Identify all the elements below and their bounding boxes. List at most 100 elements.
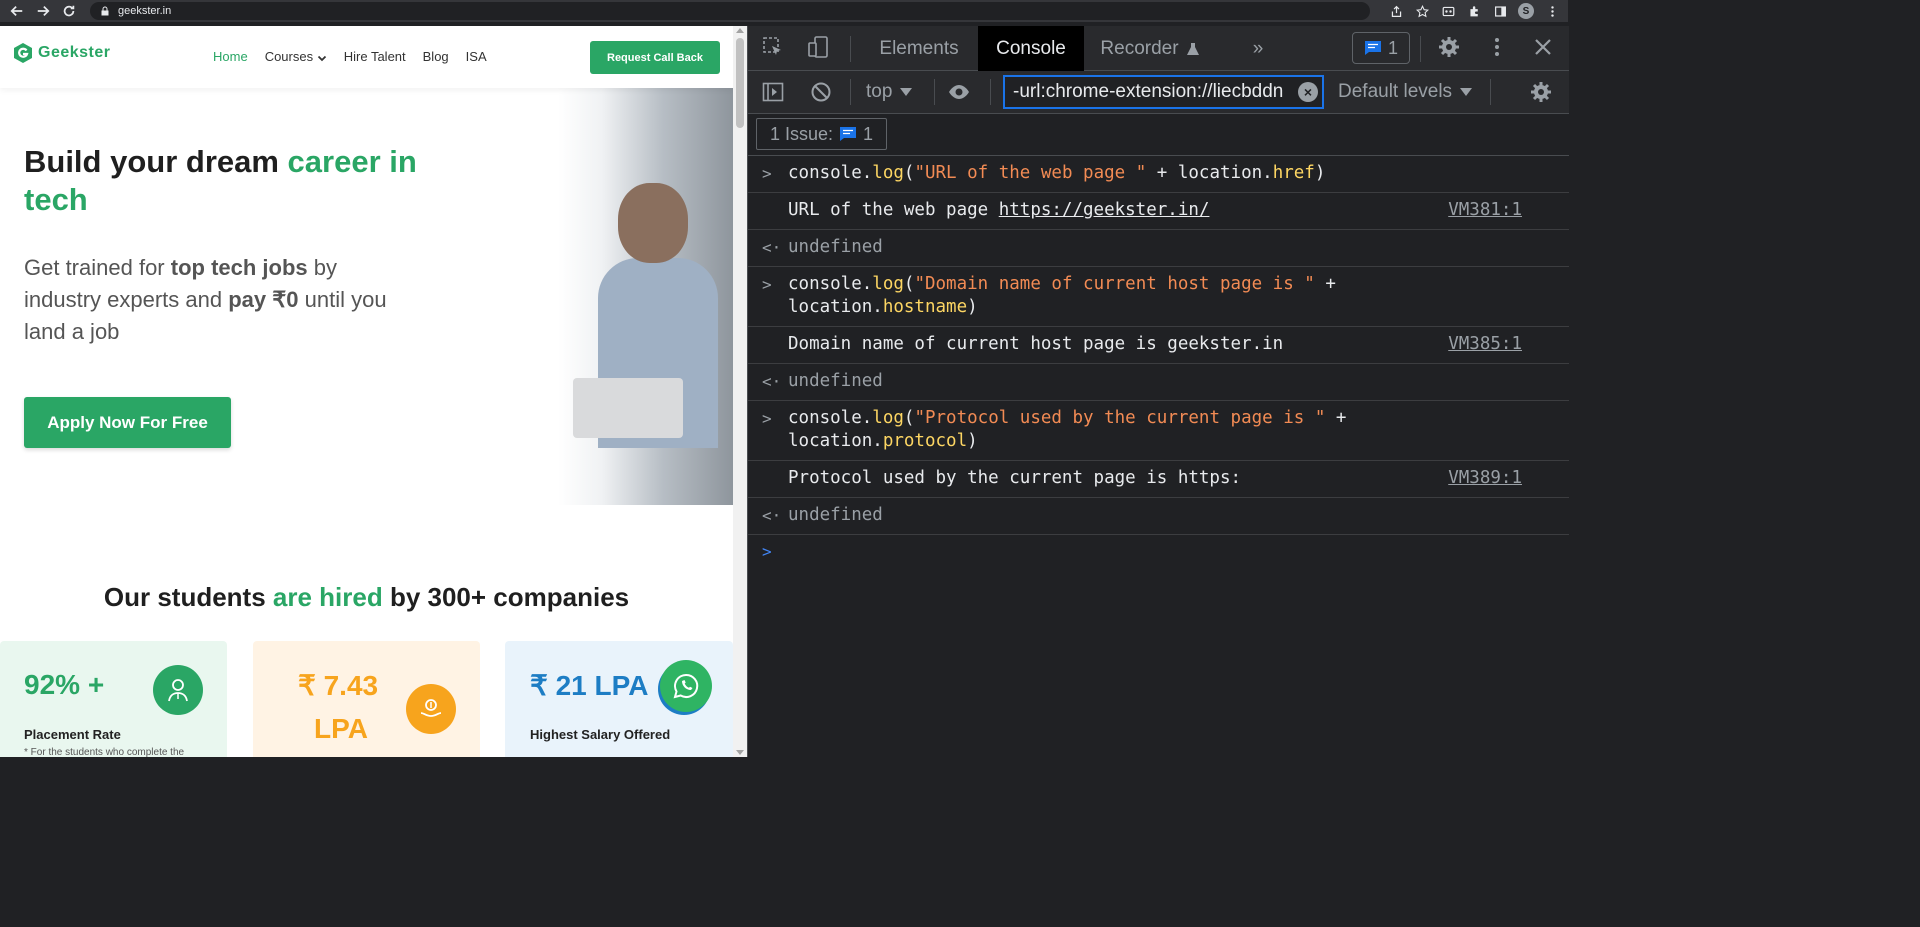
clear-console-icon[interactable]	[810, 81, 832, 103]
url-text: geekster.in	[118, 5, 172, 17]
devtools-panel: Elements Console Recorder » 1 top -url:c…	[747, 26, 1569, 757]
log-text: Domain name of current host page is geek…	[788, 334, 1284, 354]
browser-toolbar: geekster.in S	[0, 0, 1568, 22]
close-devtools-icon[interactable]	[1532, 36, 1554, 58]
source-link[interactable]: VM381:1	[1448, 199, 1522, 222]
stat-value: 92% +	[24, 669, 105, 700]
log-text: URL of the web page	[788, 200, 999, 220]
stat-value: ₹ 21 LPA	[530, 670, 649, 701]
message-icon	[1364, 41, 1381, 55]
source-link[interactable]: VM389:1	[1448, 467, 1522, 490]
extension-icon[interactable]	[1440, 3, 1456, 19]
hero-subtitle: Get trained for top tech jobs by industr…	[24, 255, 387, 344]
star-icon[interactable]	[1414, 3, 1430, 19]
profile-avatar[interactable]: S	[1518, 3, 1534, 19]
dropdown-arrow-icon	[900, 88, 913, 96]
whatsapp-icon[interactable]	[660, 660, 712, 712]
return-arrow-icon: <·	[762, 372, 782, 391]
stat-card-placement: 92% + Placement Rate * For the students …	[0, 641, 227, 757]
puzzle-icon[interactable]	[1466, 3, 1482, 19]
console-log-line: Protocol used by the current page is htt…	[748, 461, 1569, 498]
stat-label: Placement Rate	[24, 727, 121, 742]
issues-label: 1 Issue:	[769, 123, 834, 144]
lock-icon	[100, 6, 110, 16]
page-scrollbar[interactable]	[733, 26, 747, 757]
apply-now-button[interactable]: Apply Now For Free	[24, 397, 231, 448]
graduate-icon	[153, 665, 203, 715]
more-options-icon[interactable]	[1486, 36, 1508, 58]
back-icon[interactable]	[6, 0, 28, 22]
devtools-tabbar: Elements Console Recorder » 1	[748, 26, 1569, 71]
console-return-line: <· undefined	[748, 230, 1569, 267]
issues-bar: 1 Issue: 1	[748, 114, 1569, 156]
stat-label: Highest Salary Offered	[530, 727, 671, 742]
money-hand-icon	[406, 684, 456, 734]
chevron-down-icon	[317, 55, 326, 61]
console-input-line[interactable]: > console.log("Protocol used by the curr…	[748, 401, 1569, 461]
device-toolbar-icon[interactable]	[808, 36, 830, 58]
sidebar-toggle-icon[interactable]	[762, 81, 784, 103]
console-log-line: URL of the web page https://geekster.in/…	[748, 193, 1569, 230]
hired-heading: Our students are hired by 300+ companies	[103, 582, 630, 612]
hero-image	[558, 88, 733, 505]
hero-title: Build your dream career in tech	[24, 144, 417, 217]
return-value: undefined	[788, 505, 883, 525]
nav-courses-label: Courses	[264, 49, 314, 64]
geekster-logo-icon	[14, 43, 32, 63]
console-filter-input[interactable]: -url:chrome-extension://liecbddn ×	[1003, 75, 1324, 109]
nav-hire-talent[interactable]: Hire Talent	[344, 49, 406, 64]
return-value: undefined	[788, 237, 883, 257]
inspect-element-icon[interactable]	[762, 36, 784, 58]
stat-value-line1: ₹ 7.43	[298, 670, 379, 701]
live-expression-eye-icon[interactable]	[948, 81, 970, 103]
tab-recorder-label: Recorder	[1100, 37, 1179, 59]
reload-icon[interactable]	[58, 0, 80, 22]
nav-blog[interactable]: Blog	[423, 49, 449, 64]
console-settings-icon[interactable]	[1530, 81, 1552, 103]
console-output: > console.log("URL of the web page " + l…	[748, 156, 1569, 565]
site-logo[interactable]: Geekster	[12, 42, 111, 64]
console-input-line[interactable]: > console.log("Domain name of current ho…	[748, 267, 1569, 327]
tab-console[interactable]: Console	[978, 26, 1084, 71]
console-prompt[interactable]: >	[748, 535, 1569, 565]
console-return-line: <· undefined	[748, 364, 1569, 401]
return-arrow-icon: <·	[762, 238, 782, 257]
nav-isa[interactable]: ISA	[466, 49, 487, 64]
levels-label: Default levels	[1338, 81, 1453, 102]
clear-filter-icon[interactable]: ×	[1298, 82, 1318, 102]
nav-home[interactable]: Home	[213, 49, 248, 64]
stat-card-average-salary: ₹ 7.43 LPA	[253, 641, 480, 757]
tab-recorder[interactable]: Recorder	[1088, 26, 1213, 71]
issues-pill-count: 1	[863, 123, 874, 144]
context-selector[interactable]: top	[866, 79, 913, 105]
message-icon	[840, 127, 857, 141]
settings-gear-icon[interactable]	[1438, 36, 1460, 58]
issues-counter-button[interactable]: 1	[1352, 32, 1410, 64]
tab-elements[interactable]: Elements	[863, 26, 975, 71]
menu-icon[interactable]	[1544, 3, 1560, 19]
flask-icon	[1186, 42, 1199, 55]
logo-text: Geekster	[38, 44, 111, 61]
scroll-thumb[interactable]	[736, 38, 744, 128]
log-text: Protocol used by the current page is htt…	[788, 468, 1242, 488]
issues-count: 1	[1387, 37, 1398, 58]
forward-icon[interactable]	[32, 0, 54, 22]
console-log-line: Domain name of current host page is geek…	[748, 327, 1569, 364]
share-icon[interactable]	[1388, 3, 1404, 19]
return-arrow-icon: <·	[762, 506, 782, 525]
main-nav: Home Courses Hire Talent Blog ISA	[213, 49, 487, 64]
issues-button[interactable]: 1 Issue: 1	[756, 118, 887, 150]
nav-courses[interactable]: Courses	[265, 49, 327, 64]
web-page: Geekster Home Courses Hire Talent Blog I…	[0, 26, 733, 757]
sidepanel-icon[interactable]	[1492, 3, 1508, 19]
input-chevron-icon: >	[762, 409, 772, 428]
console-input-line[interactable]: > console.log("URL of the web page " + l…	[748, 156, 1569, 193]
input-chevron-icon: >	[762, 275, 772, 294]
context-value: top	[866, 81, 893, 102]
address-bar[interactable]: geekster.in	[90, 2, 1370, 20]
more-tabs-button[interactable]: »	[1238, 26, 1278, 71]
log-url-link[interactable]: https://geekster.in/	[999, 200, 1210, 220]
request-call-back-button[interactable]: Request Call Back	[590, 41, 720, 74]
source-link[interactable]: VM385:1	[1448, 333, 1522, 356]
log-levels-dropdown[interactable]: Default levels	[1338, 79, 1473, 105]
